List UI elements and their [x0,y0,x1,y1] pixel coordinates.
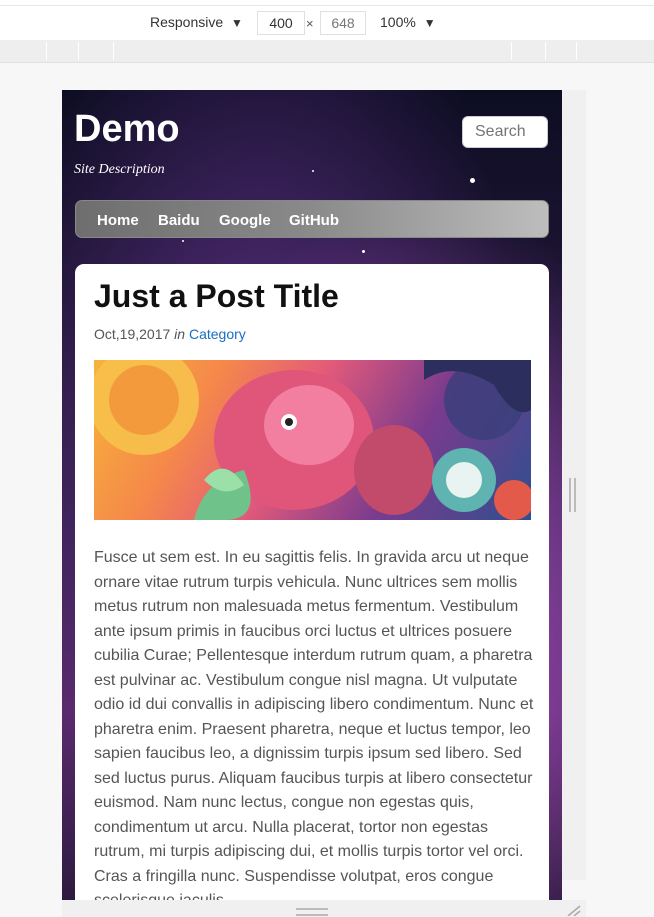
chevron-down-icon: ▼ [423,16,436,30]
main-nav: Home Baidu Google GitHub [75,200,549,238]
emulated-viewport: Demo Site Description Home Baidu Google … [62,90,562,917]
star [362,250,365,253]
post-title[interactable]: Just a Post Title [94,278,339,315]
star [182,240,184,242]
media-query-ruler[interactable] [0,40,654,63]
ruler-tick [545,42,546,60]
post-date: Oct,19,2017 [94,326,171,342]
viewport-height-input[interactable]: 648 [320,11,366,35]
zoom-select[interactable]: 100% ▼ [380,12,436,33]
toolbar-divider [0,5,654,6]
site-description: Site Description [74,162,165,177]
post-category-link[interactable]: Category [189,326,246,342]
ruler-tick [46,42,47,60]
ruler-tick [113,42,114,60]
koi-fish-illustration [94,360,531,520]
ruler-tick [511,42,512,60]
ruler-tick [78,42,79,60]
nav-item-baidu[interactable]: Baidu [158,212,200,229]
site-title[interactable]: Demo [74,108,180,151]
chevron-down-icon: ▼ [231,16,243,30]
post-in-label: in [174,326,186,342]
dimension-separator: × [306,16,314,31]
device-label: Responsive [150,14,224,30]
nav-item-google[interactable]: Google [219,212,271,229]
zoom-label: 100% [380,14,416,30]
viewport-height-resize-handle[interactable] [296,908,328,916]
devtools-device-toolbar: Responsive ▼ 400 × 648 100% ▼ [0,0,654,41]
resize-corner-icon[interactable] [566,904,582,916]
viewport-width-resize-handle[interactable] [569,478,576,512]
post-meta: Oct,19,2017 in Category [94,326,246,342]
nav-item-home[interactable]: Home [97,212,139,229]
star [312,170,314,172]
post-card: Just a Post Title Oct,19,2017 in Categor… [75,264,549,917]
post-featured-image [94,360,531,520]
viewport-width-input[interactable]: 400 [257,11,305,35]
star [470,178,475,183]
ruler-tick [576,42,577,60]
search-input[interactable] [462,116,548,148]
post-body: Fusce ut sem est. In eu sagittis felis. … [94,549,534,909]
nav-item-github[interactable]: GitHub [289,212,339,229]
device-select[interactable]: Responsive ▼ [150,12,243,33]
